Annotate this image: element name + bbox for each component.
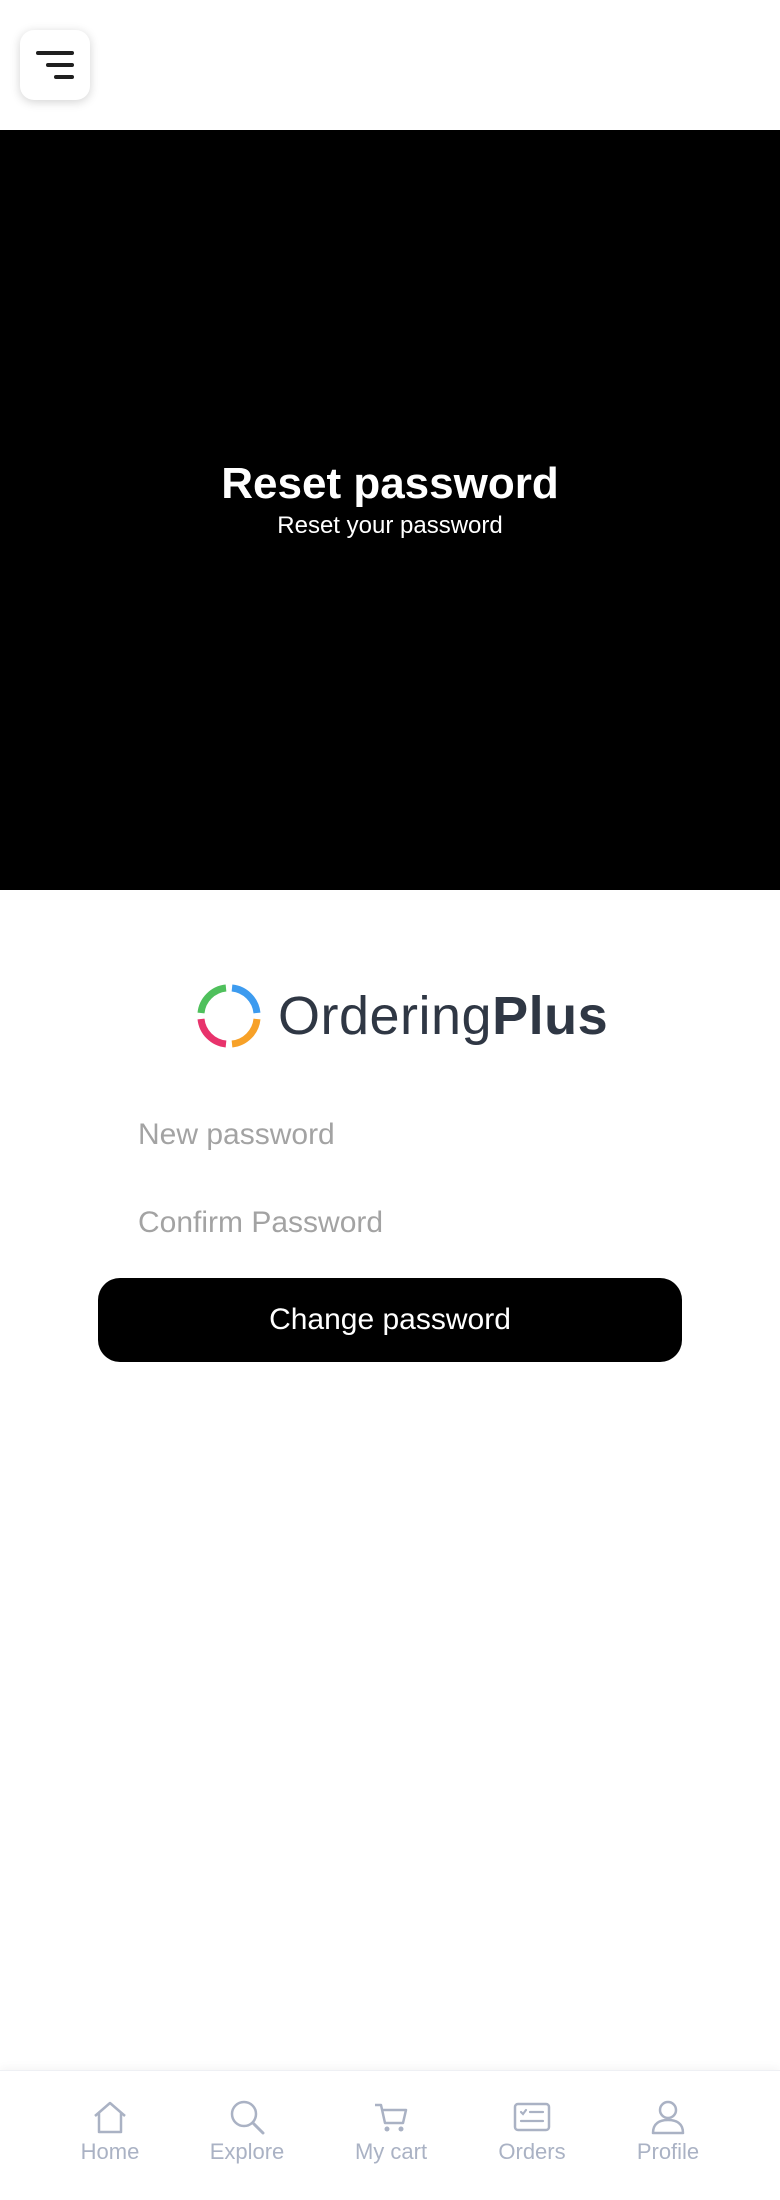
nav-item-home[interactable]: Home xyxy=(50,2071,170,2200)
profile-icon xyxy=(651,2100,685,2135)
nav-label: Profile xyxy=(636,2139,700,2164)
bottom-nav: Home Explore My cart Orders Profile xyxy=(0,2070,780,2200)
change-password-button[interactable]: Change password xyxy=(98,1278,682,1362)
menu-button[interactable] xyxy=(20,30,90,100)
nav-label: My cart xyxy=(354,2139,428,2164)
new-password-input[interactable] xyxy=(112,1105,672,1165)
cart-icon xyxy=(375,2103,408,2132)
nav-item-my-cart[interactable]: My cart xyxy=(331,2071,451,2200)
nav-item-explore[interactable]: Explore xyxy=(187,2071,307,2200)
nav-label: Home xyxy=(80,2139,140,2164)
top-bar xyxy=(0,0,780,130)
ordering-plus-logo: OrderingPlus xyxy=(196,980,608,1052)
logo-ring-icon xyxy=(197,984,261,1048)
hamburger-menu-icon xyxy=(36,51,74,79)
logo-wordmark: OrderingPlus xyxy=(278,986,609,1046)
nav-label: Orders xyxy=(498,2139,566,2164)
home-icon xyxy=(94,2101,126,2134)
nav-item-orders[interactable]: Orders xyxy=(472,2071,592,2200)
search-icon xyxy=(230,2100,265,2135)
page-subtitle: Reset your password xyxy=(277,512,503,540)
nav-label: Explore xyxy=(209,2139,285,2164)
confirm-password-input[interactable] xyxy=(112,1193,672,1253)
orders-icon xyxy=(513,2102,551,2132)
page-title: Reset password xyxy=(221,458,559,508)
nav-item-profile[interactable]: Profile xyxy=(608,2071,728,2200)
hero-banner: Reset password Reset your password xyxy=(0,130,780,890)
